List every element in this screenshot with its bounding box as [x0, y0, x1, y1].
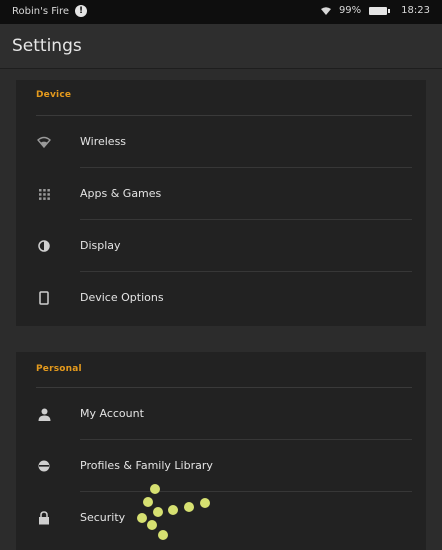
device-section: Device Wireless Apps & Games Display Dev… [16, 80, 426, 326]
item-label: My Account [80, 407, 144, 420]
touch-indicator-dot [168, 505, 178, 515]
settings-item-my-account[interactable]: My Account [16, 388, 426, 440]
item-label: Display [80, 239, 121, 252]
touch-indicator-dot [158, 530, 168, 540]
device-name: Robin's Fire [12, 5, 70, 17]
settings-item-wireless[interactable]: Wireless [16, 116, 426, 168]
section-header-personal: Personal [36, 364, 82, 374]
status-right: 99% 18:23 [320, 5, 430, 16]
title-bar: Settings [0, 24, 442, 69]
apps-grid-icon [36, 186, 52, 202]
item-label: Wireless [80, 135, 127, 148]
touch-indicator-dot [150, 484, 160, 494]
settings-item-device-options[interactable]: Device Options [16, 272, 426, 324]
touch-indicator-dot [153, 507, 163, 517]
info-icon: ! [75, 5, 88, 17]
status-left: Robin's Fire ! [12, 5, 88, 17]
person-icon [36, 406, 52, 422]
lock-icon [36, 510, 52, 526]
battery-percent: 99% [338, 5, 362, 16]
page-title: Settings [12, 36, 82, 56]
settings-screen: Robin's Fire ! 99% 18:23 Settings Device [0, 0, 442, 550]
item-label: Profiles & Family Library [80, 459, 213, 472]
wifi-icon [36, 134, 52, 150]
touch-indicator-dot [184, 502, 194, 512]
settings-item-display[interactable]: Display [16, 220, 426, 272]
personal-section: Personal My Account Profiles & Family Li… [16, 352, 426, 550]
touch-indicator-dot [143, 497, 153, 507]
item-label: Apps & Games [80, 187, 162, 200]
touch-indicator-dot [137, 513, 147, 523]
item-label: Device Options [80, 291, 164, 304]
settings-item-profiles-family-library[interactable]: Profiles & Family Library [16, 440, 426, 492]
touch-indicator-dot [147, 520, 157, 530]
section-header-device: Device [36, 90, 72, 100]
touch-indicator-dot [200, 498, 210, 508]
settings-item-apps-games[interactable]: Apps & Games [16, 168, 426, 220]
status-bar: Robin's Fire ! 99% 18:23 [0, 0, 442, 24]
wifi-status-icon [320, 6, 331, 15]
contrast-icon [36, 238, 52, 254]
battery-icon [369, 6, 391, 15]
profile-icon [36, 458, 52, 474]
clock: 18:23 [401, 5, 430, 16]
tablet-icon [36, 290, 52, 306]
item-label: Security [80, 511, 126, 524]
settings-item-security[interactable]: Security [16, 492, 426, 544]
